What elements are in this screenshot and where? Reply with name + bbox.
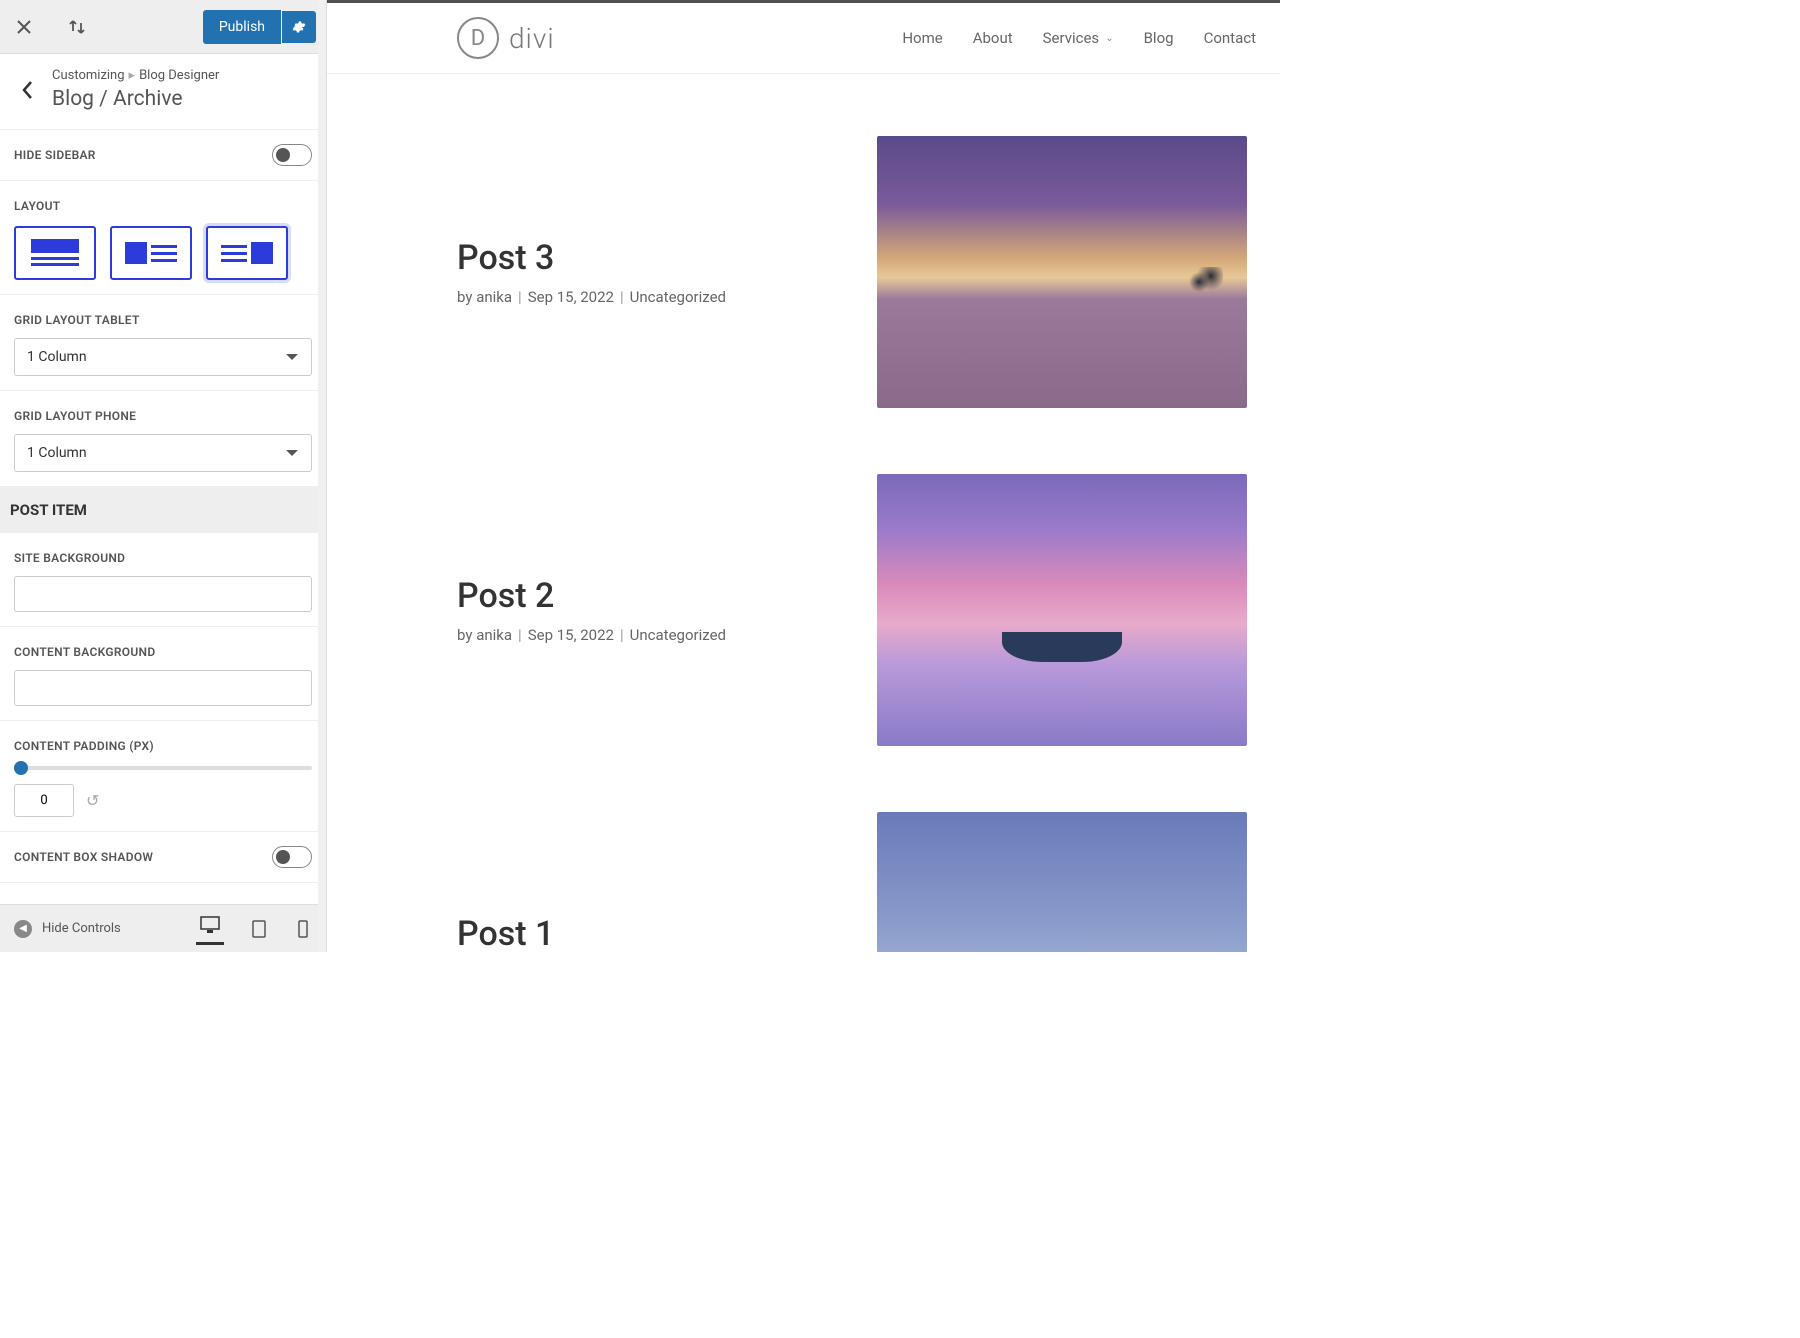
site-nav: Home About Services⌄ Blog Contact: [902, 29, 1256, 47]
layout-option-full[interactable]: [14, 226, 96, 280]
post-meta: by anika|Sep 15, 2022|Uncategorized: [457, 626, 837, 644]
grid-phone-select[interactable]: 1 Column: [14, 434, 312, 472]
posts-list: Post 3 by anika|Sep 15, 2022|Uncategoriz…: [457, 136, 1247, 952]
post-meta: by anika|Sep 15, 2022|Uncategorized: [457, 288, 837, 306]
nav-contact[interactable]: Contact: [1204, 29, 1256, 47]
grid-phone-label: GRID LAYOUT PHONE: [14, 409, 136, 423]
breadcrumb-path: Customizing▸Blog Designer: [52, 68, 219, 83]
site-logo[interactable]: D divi: [457, 17, 555, 59]
content-shadow-label: CONTENT BOX SHADOW: [14, 850, 153, 864]
controls-panel: HIDE SIDEBAR LAYOUT GRID LAYOUT TABLET 1…: [0, 130, 326, 904]
hide-sidebar-label: HIDE SIDEBAR: [14, 148, 96, 162]
device-desktop-button[interactable]: [196, 912, 224, 945]
breadcrumb: Customizing▸Blog Designer Blog / Archive: [0, 54, 326, 130]
post-title[interactable]: Post 2: [457, 576, 837, 616]
device-phone-button[interactable]: [294, 912, 312, 945]
bottom-bar: ◀ Hide Controls: [0, 904, 326, 952]
publish-settings-button[interactable]: [282, 11, 316, 43]
publish-button[interactable]: Publish: [203, 10, 281, 44]
preview-pane: D divi Home About Services⌄ Blog Contact…: [327, 0, 1280, 952]
site-bg-input[interactable]: [14, 576, 312, 612]
content-padding-label: CONTENT PADDING (PX): [14, 739, 154, 753]
post-item: Post 3 by anika|Sep 15, 2022|Uncategoriz…: [457, 136, 1247, 408]
grid-tablet-select[interactable]: 1 Column: [14, 338, 312, 376]
layout-option-right-image[interactable]: [206, 226, 288, 280]
content-bg-input[interactable]: [14, 670, 312, 706]
site-header: D divi Home About Services⌄ Blog Contact: [327, 3, 1280, 74]
post-item: Post 1 by anika|Sep 15, 2022|Uncategoriz…: [457, 812, 1247, 952]
back-button[interactable]: [16, 79, 38, 101]
device-tablet-button[interactable]: [248, 912, 270, 945]
swap-icon[interactable]: [62, 12, 92, 42]
reset-icon[interactable]: ↺: [86, 791, 99, 810]
layout-label: LAYOUT: [14, 199, 60, 213]
post-title[interactable]: Post 3: [457, 238, 837, 278]
nav-about[interactable]: About: [973, 29, 1013, 47]
content-padding-slider[interactable]: [14, 766, 312, 770]
post-item-header: POST ITEM: [0, 487, 326, 533]
post-item: Post 2 by anika|Sep 15, 2022|Uncategoriz…: [457, 474, 1247, 746]
close-button[interactable]: [10, 13, 38, 41]
post-image[interactable]: [877, 136, 1247, 408]
content-bg-label: CONTENT BACKGROUND: [14, 645, 155, 659]
breadcrumb-title: Blog / Archive: [52, 87, 219, 111]
post-image[interactable]: [877, 474, 1247, 746]
post-image[interactable]: [877, 812, 1247, 952]
content-padding-value[interactable]: [14, 784, 74, 817]
nav-services[interactable]: Services⌄: [1043, 29, 1114, 47]
nav-blog[interactable]: Blog: [1144, 29, 1174, 47]
sidebar-top-bar: Publish: [0, 0, 326, 54]
hide-controls-button[interactable]: ◀ Hide Controls: [14, 920, 121, 938]
hide-sidebar-toggle[interactable]: [272, 144, 312, 166]
sidebar-scrollbar[interactable]: [318, 0, 326, 952]
site-bg-label: SITE BACKGROUND: [14, 551, 125, 565]
content-shadow-toggle[interactable]: [272, 846, 312, 868]
post-title[interactable]: Post 1: [457, 914, 837, 952]
grid-tablet-label: GRID LAYOUT TABLET: [14, 313, 140, 327]
nav-home[interactable]: Home: [902, 29, 942, 47]
layout-option-left-image[interactable]: [110, 226, 192, 280]
chevron-down-icon: ⌄: [1105, 33, 1113, 44]
customizer-sidebar: Publish Customizing▸Blog Designer Blog /…: [0, 0, 327, 952]
